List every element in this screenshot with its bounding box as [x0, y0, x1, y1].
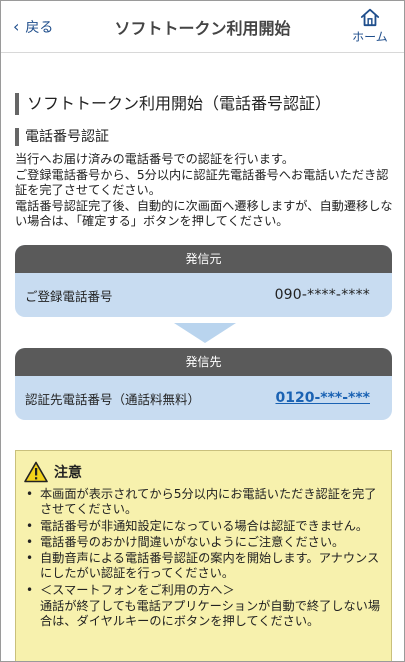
caller-card: 発信元 ご登録電話番号 090-****-**** [15, 245, 392, 317]
callee-card-header: 発信先 [15, 348, 392, 376]
warning-icon [24, 461, 48, 483]
section-title: ソフトトークン利用開始（電話番号認証） [15, 93, 389, 115]
home-icon [360, 8, 380, 27]
description-line: 当行へお届け済みの電話番号での認証を行います。 [15, 152, 295, 166]
notice-item: 本画面が表示されてから5分以内にお電話いただき認証を完了させてください。 [24, 487, 383, 518]
auth-phone-label: 認証先電話番号（通話料無料） [25, 391, 201, 407]
registered-phone-label: ご登録電話番号 [25, 288, 113, 304]
notice-title: 注意 [24, 461, 383, 483]
home-button[interactable]: ホーム [348, 7, 392, 47]
notice-item: 電話番号のおかけ間違いがないようにご注意ください。 [24, 535, 383, 551]
header: ‹ 戻る ソフトトークン利用開始 ホーム [1, 1, 404, 53]
notice-item: 自動音声による電話番号認証の案内を開始します。アナウンスにしたがい認証を行ってく… [24, 551, 383, 582]
registered-phone-value: 090-****-**** [274, 287, 370, 303]
app-frame: ‹ 戻る ソフトトークン利用開始 ホーム ソフトトークン利用開始（電話番号認証）… [0, 0, 405, 662]
callee-card: 発信先 認証先電話番号（通話料無料） 0120-***-*** [15, 348, 392, 420]
auth-phone-link[interactable]: 0120-***-*** [275, 390, 370, 406]
down-arrow-icon [174, 323, 236, 343]
description: 当行へお届け済みの電話番号での認証を行います。 ご登録電話番号から、5分以内に認… [15, 152, 395, 230]
subsection-title: 電話番号認証 [15, 128, 109, 146]
notice-item: 電話番号が非通知設定になっている場合は認証できません。 [24, 519, 383, 535]
notice-title-text: 注意 [54, 465, 82, 481]
caller-card-header: 発信元 [15, 245, 392, 273]
caller-card-body: ご登録電話番号 090-****-**** [15, 273, 392, 317]
notice-item: ＜スマートフォンをご利用の方へ＞ [24, 583, 383, 599]
callee-card-body: 認証先電話番号（通話料無料） 0120-***-*** [15, 376, 392, 420]
notice-box: 注意 本画面が表示されてから5分以内にお電話いただき認証を完了させてください。 … [15, 450, 392, 661]
home-label: ホーム [352, 30, 388, 44]
page-title: ソフトトークン利用開始 [114, 19, 291, 38]
notice-tail: 通話が終了しても電話アプリケーションが自動で終了しない場合は、ダイヤルキーのにボ… [40, 599, 381, 629]
description-line: ご登録電話番号から、5分以内に認証先電話番号へお電話いただき認証を完了させてくだ… [15, 167, 389, 198]
notice-list: 本画面が表示されてから5分以内にお電話いただき認証を完了させてください。 電話番… [24, 487, 383, 598]
description-line: 電話番号認証完了後、自動的に次画面へ遷移しますが、自動遷移しない場合は、「確定す… [15, 198, 393, 229]
